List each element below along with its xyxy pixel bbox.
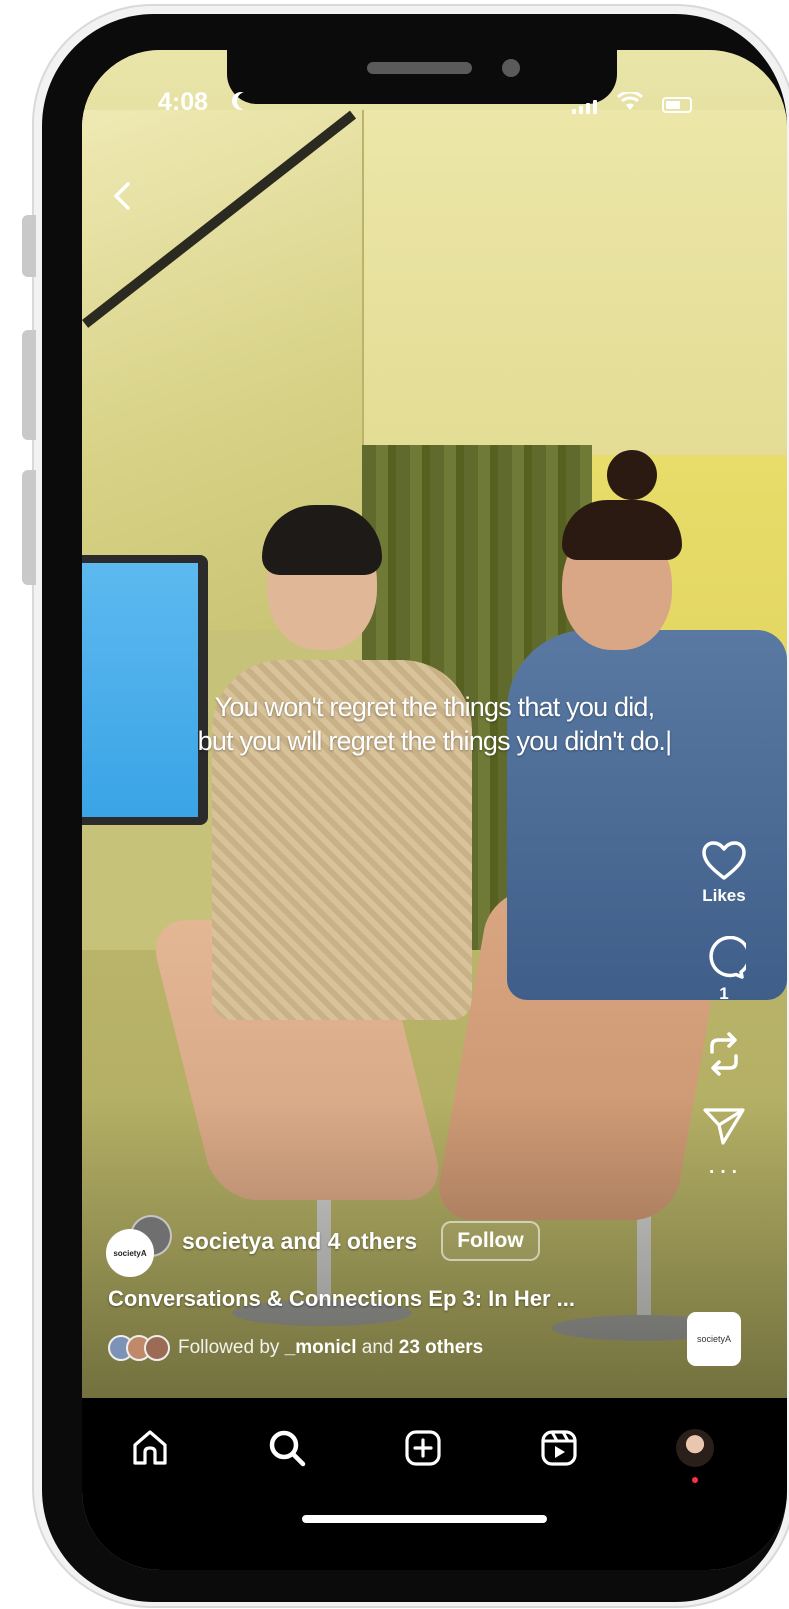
caption-line-2: but you will regret the things you didn'… bbox=[197, 726, 672, 756]
follower-avatars bbox=[108, 1335, 170, 1361]
action-rail: Likes 1 ··· bbox=[689, 840, 759, 1184]
front-camera bbox=[502, 59, 520, 77]
reel-screen[interactable]: 4:08 You won't regret the things that yo… bbox=[82, 50, 787, 1570]
caption-line-1: You won't regret the things that you did… bbox=[214, 692, 655, 722]
share-button[interactable] bbox=[702, 1106, 746, 1146]
status-time: 4:08 bbox=[158, 88, 209, 116]
heart-icon bbox=[702, 841, 746, 880]
bottom-nav bbox=[82, 1398, 787, 1570]
followed-prefix: Followed by bbox=[178, 1337, 280, 1358]
create-icon bbox=[405, 1430, 441, 1466]
author-avatar: societyA bbox=[106, 1229, 154, 1277]
search-icon bbox=[269, 1430, 306, 1467]
home-icon bbox=[133, 1430, 167, 1465]
more-icon[interactable]: ··· bbox=[707, 1156, 741, 1184]
notification-dot bbox=[692, 1477, 698, 1483]
volume-down-button bbox=[22, 470, 36, 585]
video-caption: You won't regret the things that you did… bbox=[82, 690, 787, 758]
nav-reels[interactable] bbox=[534, 1423, 584, 1473]
mute-switch bbox=[22, 215, 36, 277]
comment-count: 1 bbox=[719, 984, 729, 1003]
author-name[interactable]: societya and 4 others bbox=[182, 1228, 417, 1255]
nav-profile[interactable] bbox=[670, 1423, 720, 1483]
followed-count: 23 others bbox=[398, 1337, 484, 1358]
likes-label: Likes bbox=[702, 886, 746, 905]
reels-icon bbox=[541, 1430, 577, 1466]
signal-icon bbox=[572, 100, 597, 114]
share-icon bbox=[703, 1108, 745, 1145]
back-icon[interactable] bbox=[107, 180, 139, 212]
home-indicator[interactable] bbox=[302, 1515, 547, 1523]
comment-button[interactable]: 1 bbox=[702, 936, 746, 1004]
like-button[interactable]: Likes bbox=[701, 840, 747, 906]
moon-icon bbox=[237, 92, 255, 110]
nav-create[interactable] bbox=[398, 1423, 448, 1473]
earpiece bbox=[367, 62, 472, 74]
followed-user: _monicl bbox=[284, 1337, 357, 1358]
follow-button[interactable]: Follow bbox=[441, 1221, 540, 1261]
volume-up-button bbox=[22, 330, 36, 440]
nav-home[interactable] bbox=[125, 1423, 175, 1473]
repost-icon bbox=[710, 1032, 738, 1076]
repost-button[interactable] bbox=[702, 1030, 746, 1078]
nav-search[interactable] bbox=[262, 1423, 312, 1473]
followed-mid: and bbox=[361, 1337, 394, 1358]
collab-avatars[interactable]: societyA bbox=[106, 1215, 174, 1277]
audio-thumbnail[interactable]: societyA bbox=[687, 1312, 741, 1366]
comment-icon bbox=[709, 936, 746, 979]
followed-by-row[interactable]: Followed by _monicl and 23 others bbox=[108, 1335, 483, 1361]
notch bbox=[227, 50, 617, 104]
author-row: societyA societya and 4 others Follow bbox=[106, 1215, 540, 1277]
wifi-icon bbox=[617, 92, 643, 110]
profile-avatar bbox=[676, 1429, 714, 1467]
battery-icon bbox=[662, 97, 692, 113]
reel-title[interactable]: Conversations & Connections Ep 3: In Her… bbox=[108, 1286, 575, 1312]
